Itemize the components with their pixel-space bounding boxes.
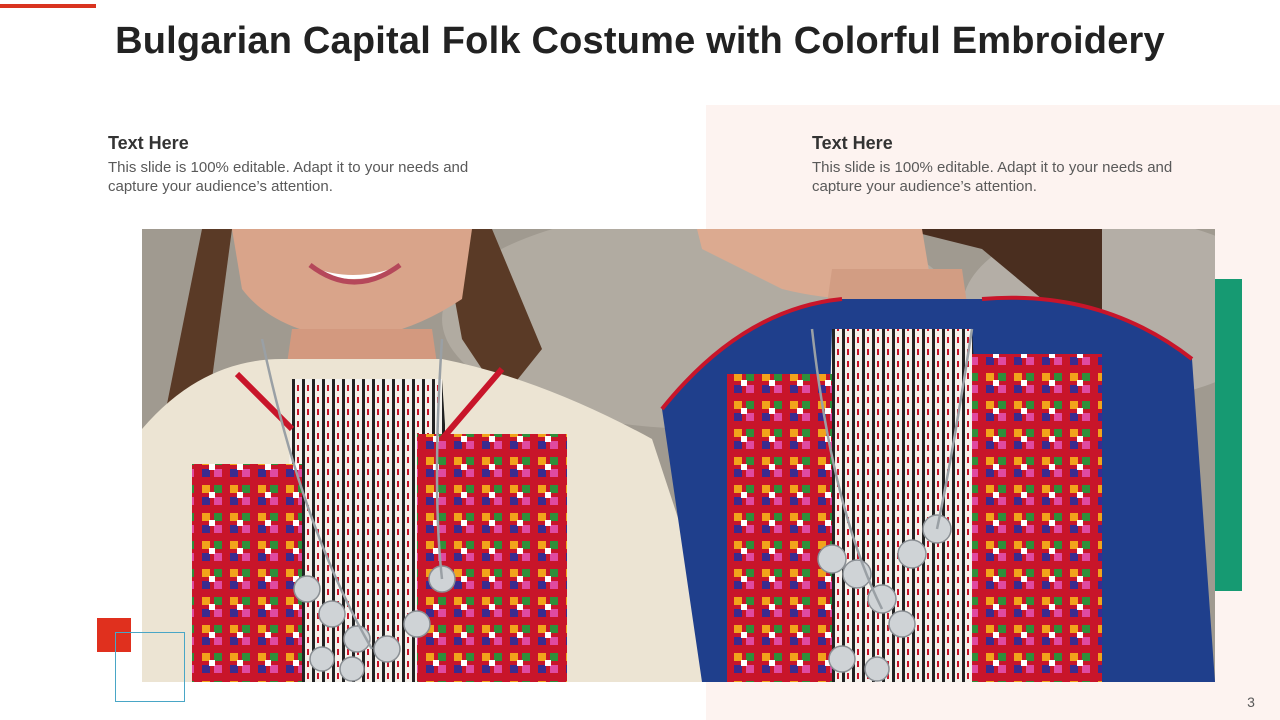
text-block-right[interactable]: Text Here This slide is 100% editable. A… xyxy=(812,133,1182,196)
green-accent-bar xyxy=(1215,279,1242,591)
text-block-heading[interactable]: Text Here xyxy=(108,133,478,154)
page-number: 3 xyxy=(1247,694,1255,710)
text-block-body[interactable]: This slide is 100% editable. Adapt it to… xyxy=(812,158,1182,196)
folk-costume-illustration xyxy=(142,229,1215,682)
slide-title[interactable]: Bulgarian Capital Folk Costume with Colo… xyxy=(0,20,1280,63)
text-block-heading[interactable]: Text Here xyxy=(812,133,1182,154)
text-block-body[interactable]: This slide is 100% editable. Adapt it to… xyxy=(108,158,478,196)
top-accent-bar xyxy=(0,4,96,8)
text-block-left[interactable]: Text Here This slide is 100% editable. A… xyxy=(108,133,478,196)
folk-costume-photo[interactable] xyxy=(142,229,1215,682)
blue-outline-square xyxy=(115,632,185,702)
